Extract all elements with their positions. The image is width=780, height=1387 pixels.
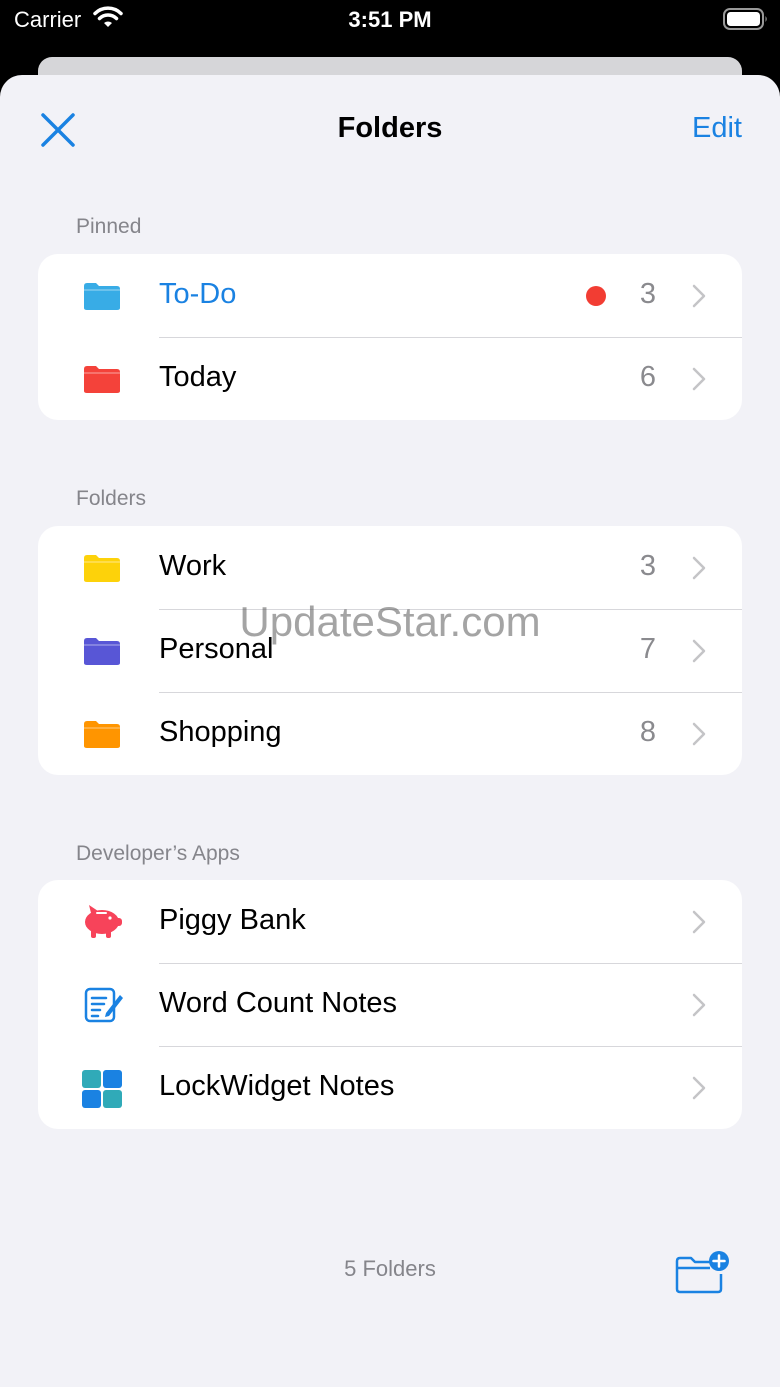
section-header-developer-apps: Developer’s Apps [76, 842, 240, 865]
section-header-pinned: Pinned [76, 215, 142, 238]
unread-dot [586, 286, 606, 306]
app-row-lockwidget-notes[interactable]: LockWidget Notes [38, 1046, 742, 1129]
app-name: Word Count Notes [159, 987, 398, 1019]
navigation-bar: Folders Edit [0, 75, 780, 185]
app-name: LockWidget Notes [159, 1070, 395, 1102]
pinned-group: To-Do 3 Today 6 [38, 254, 742, 420]
battery-icon [723, 8, 767, 30]
item-count: 6 [639, 361, 656, 393]
folder-row-to-do[interactable]: To-Do 3 [38, 254, 742, 337]
folder-icon [84, 283, 120, 310]
chevron-right-icon [692, 556, 706, 580]
folder-row-shopping[interactable]: Shopping 8 [38, 692, 742, 775]
folder-row-work[interactable]: Work 3 [38, 526, 742, 609]
folder-count-label: 5 Folders [344, 1256, 436, 1281]
section-header-folders: Folders [76, 487, 147, 510]
new-folder-icon[interactable] [674, 1250, 732, 1294]
status-time: 3:51 PM [348, 7, 432, 32]
app-row-piggy-bank[interactable]: Piggy Bank [38, 880, 742, 963]
chevron-right-icon [692, 993, 706, 1017]
folder-name: Personal [159, 633, 274, 665]
edit-button[interactable]: Edit [692, 112, 742, 145]
item-count: 8 [639, 716, 656, 748]
folder-row-personal[interactable]: Personal 7 [38, 609, 742, 692]
item-count: 3 [639, 550, 656, 582]
status-bar: Carrier 3:51 PM [0, 0, 780, 56]
chevron-right-icon [692, 1076, 706, 1100]
chevron-right-icon [692, 639, 706, 663]
page-title: Folders [337, 112, 443, 144]
developer-apps-group: Piggy Bank Word Count Notes LockWidget N… [38, 880, 742, 1129]
app-name: Piggy Bank [159, 904, 306, 936]
folder-name: Shopping [159, 716, 282, 748]
folder-icon [84, 555, 120, 582]
item-count: 7 [639, 633, 656, 665]
chevron-right-icon [692, 722, 706, 746]
folder-icon [84, 366, 120, 393]
folder-name: Today [159, 361, 237, 393]
folder-row-today[interactable]: Today 6 [38, 337, 742, 420]
item-count: 3 [639, 278, 656, 310]
folder-name: To-Do [159, 278, 237, 310]
chevron-right-icon [692, 367, 706, 391]
chevron-right-icon [692, 284, 706, 308]
folder-name: Work [159, 550, 227, 582]
folders-group: Work 3 Personal 7 Shopping 8 [38, 526, 742, 775]
folders-sheet: Folders Edit Pinned To-Do 3 Today 6 Fold… [0, 75, 780, 1387]
folder-icon [84, 638, 120, 665]
piggy-bank-icon [85, 905, 122, 938]
lockwidget-notes-icon [82, 1070, 122, 1108]
app-row-word-count-notes[interactable]: Word Count Notes [38, 963, 742, 1046]
folder-icon [84, 721, 120, 748]
word-count-notes-icon [84, 987, 123, 1023]
chevron-right-icon [692, 910, 706, 934]
